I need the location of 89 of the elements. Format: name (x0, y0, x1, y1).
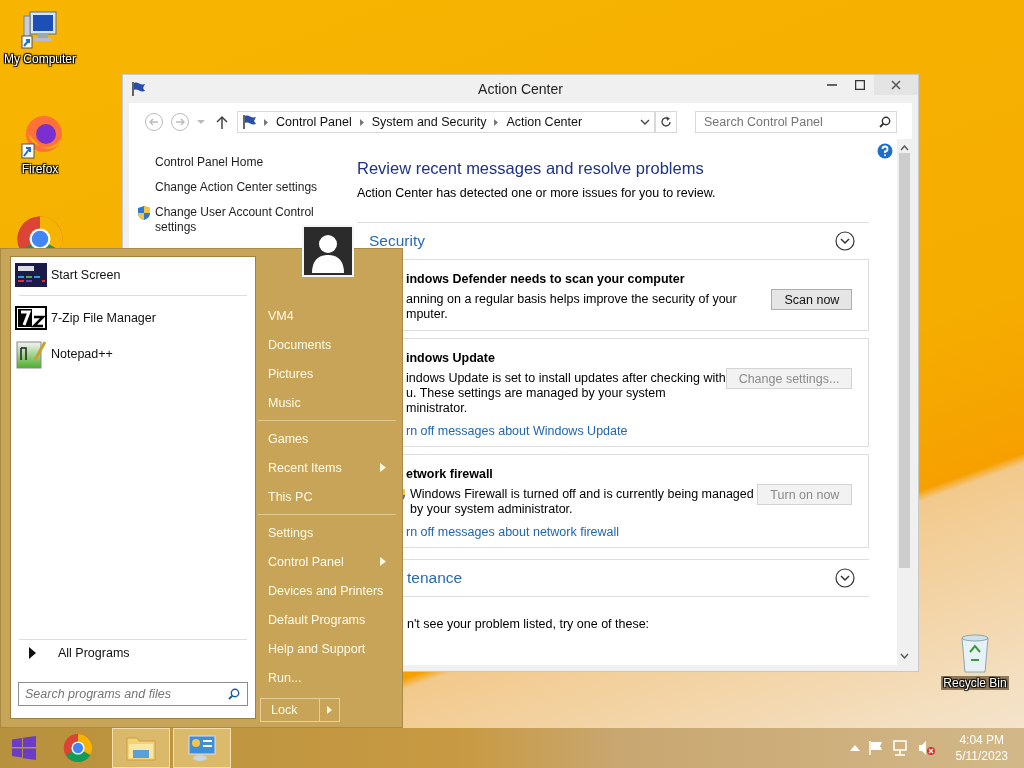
program-item[interactable]: Start Screen (11, 257, 255, 293)
scroll-up-icon[interactable] (900, 145, 910, 151)
user-avatar[interactable] (302, 225, 354, 277)
muted-speaker-icon[interactable] (917, 740, 936, 756)
page-heading: Review recent messages and resolve problems (357, 159, 705, 178)
program-item[interactable]: 7-Zip File Manager (11, 300, 255, 336)
breadcrumb-separator-icon (359, 118, 364, 126)
zip-archive-icon (15, 306, 47, 330)
message-title: etwork firewall (406, 467, 494, 481)
start-menu-item[interactable]: Recent Items (258, 453, 396, 482)
nav-link[interactable]: Control Panel Home (155, 155, 343, 170)
all-programs-item[interactable]: All Programs (19, 639, 247, 668)
windows-logo-icon (12, 736, 36, 760)
scroll-down-icon[interactable] (900, 653, 910, 659)
refresh-icon (660, 116, 672, 128)
control-panel-icon (186, 734, 218, 762)
start-menu-item[interactable]: Run... (258, 663, 396, 692)
program-search-field[interactable]: Search programs and files (18, 682, 248, 706)
help-prompt-text: n't see your problem listed, try one of these: (407, 617, 651, 631)
caret-down-icon (197, 119, 205, 125)
start-menu-item[interactable]: VM4 (258, 301, 396, 330)
message-text: Windows Firewall is turned off and is currently being managed by your system administrator. (410, 487, 754, 517)
breadcrumb-separator-icon (494, 118, 499, 126)
network-icon[interactable] (891, 740, 910, 756)
expand-chevron-icon[interactable] (835, 568, 856, 588)
message-text: indows Update is set to install updates after checking with u. These settings are managed by your system ministrator. (406, 371, 726, 416)
start-menu-item[interactable]: Documents (258, 330, 396, 359)
start-menu-item[interactable]: Devices and Printers (258, 576, 396, 605)
expand-chevron-icon[interactable] (835, 231, 856, 251)
start-menu-item[interactable]: Pictures (258, 359, 396, 388)
back-button[interactable] (143, 111, 165, 133)
clock[interactable]: 4:04 PM 5/11/2023 (955, 732, 1008, 764)
breadcrumb-item[interactable]: Action Center (504, 115, 585, 129)
nav-link[interactable]: Change Action Center settings (155, 180, 343, 195)
flag-icon[interactable] (867, 740, 884, 756)
flag-icon (242, 114, 258, 130)
intro-text: Action Center has detected one or more issues for you to review. (357, 186, 717, 200)
breadcrumb-item[interactable]: Control Panel (274, 115, 354, 129)
section-title[interactable]: Security (369, 232, 425, 250)
nav-link[interactable]: Change User Account Control settings (155, 205, 343, 235)
close-icon (891, 80, 901, 90)
breadcrumb-item[interactable]: System and Security (369, 115, 489, 129)
action-button[interactable]: Scan now (771, 289, 853, 310)
recycle-bin-icon (958, 632, 992, 674)
desktop-icon-label[interactable]: Firefox (21, 162, 59, 176)
caret-right-icon (327, 706, 332, 714)
power-options-button[interactable] (320, 698, 340, 722)
search-field[interactable]: Search Control Panel (695, 111, 897, 133)
chrome-icon (63, 733, 93, 763)
message-title: indows Defender needs to scan your computer (406, 272, 686, 286)
start-menu-item[interactable]: Help and Support (258, 634, 396, 663)
start-menu-item[interactable]: Games (258, 424, 396, 453)
refresh-button[interactable] (655, 111, 677, 133)
section-title[interactable]: tenance (407, 569, 463, 587)
address-bar[interactable]: Control Panel System and Security Action Center (237, 111, 655, 133)
program-item[interactable]: Notepad++ (11, 336, 255, 372)
desktop-icon-label[interactable]: Recycle Bin (941, 676, 1009, 690)
help-icon[interactable] (877, 143, 894, 159)
start-menu-item[interactable]: Control Panel (258, 547, 396, 576)
start-menu-item[interactable]: Music (258, 388, 396, 417)
lock-button[interactable]: Lock (260, 698, 320, 722)
start-menu-item[interactable]: This PC (258, 482, 396, 511)
shield-icon (137, 205, 151, 221)
window-title: Action Center (478, 81, 563, 97)
flag-icon (131, 81, 147, 97)
taskbar-app-button[interactable] (112, 728, 170, 768)
taskbar-app-button[interactable] (173, 728, 231, 768)
scrollbar[interactable] (897, 139, 913, 665)
show-hidden-icons-icon[interactable] (849, 745, 860, 751)
start-menu-item[interactable]: Default Programs (258, 605, 396, 634)
up-arrow-icon (216, 115, 228, 129)
minimize-icon (827, 84, 837, 86)
start-menu-item[interactable]: Settings (258, 518, 396, 547)
computer-icon (20, 10, 60, 50)
turn-off-messages-link[interactable]: rn off messages about network firewall (406, 525, 620, 539)
submenu-arrow-icon (380, 557, 386, 566)
forward-button[interactable] (169, 111, 191, 133)
folder-icon (125, 734, 157, 762)
expand-triangle-icon (29, 647, 36, 659)
start-screen-icon (15, 263, 47, 287)
breadcrumb-separator-icon (264, 118, 268, 126)
notepad-icon (15, 338, 47, 370)
maximize-icon (855, 80, 865, 90)
chevron-down-icon[interactable] (640, 119, 650, 125)
message-title: indows Update (406, 351, 496, 365)
desktop-icon-label[interactable]: My Computer (4, 52, 76, 66)
submenu-arrow-icon (380, 463, 386, 472)
message-text: anning on a regular basis helps improve the security of your mputer. (406, 292, 737, 322)
turn-off-messages-link[interactable]: rn off messages about Windows Update (406, 424, 628, 438)
